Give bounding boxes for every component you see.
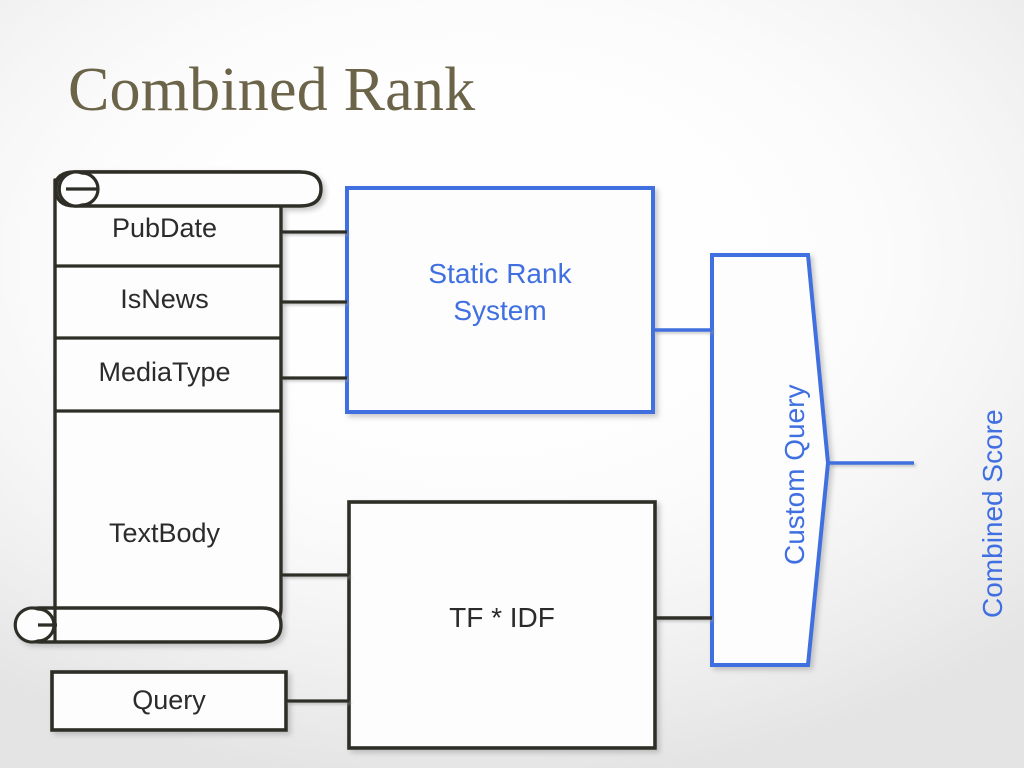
- static-rank-system-box[interactable]: [345, 186, 655, 414]
- query-box[interactable]: [50, 670, 288, 732]
- diagram-canvas: [13, 170, 914, 750]
- custom-query-shape[interactable]: [710, 253, 831, 667]
- slide-canvas: Combined Rank PubDate IsNews MediaType T…: [0, 0, 1024, 768]
- document-scroll[interactable]: [13, 170, 323, 644]
- tfidf-box[interactable]: [347, 500, 657, 750]
